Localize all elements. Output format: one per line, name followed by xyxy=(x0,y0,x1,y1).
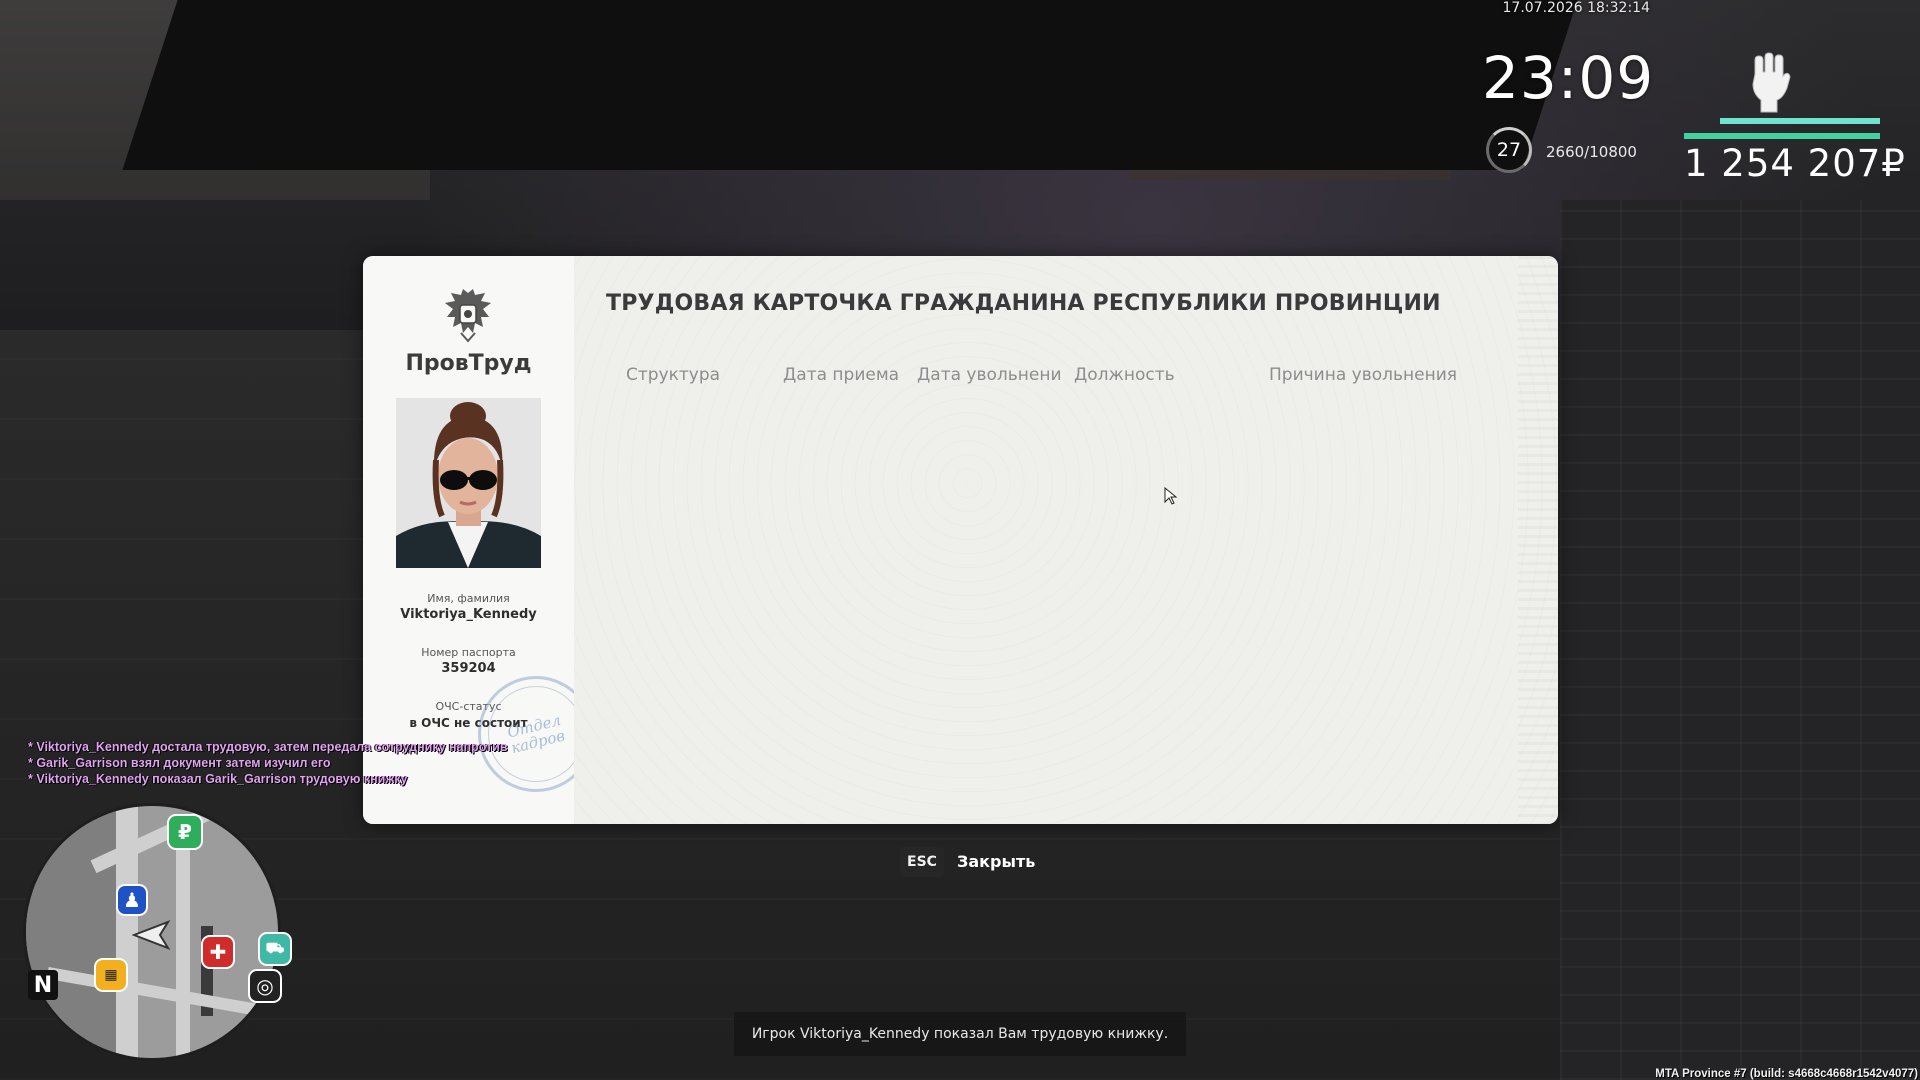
player-arrow-icon xyxy=(132,920,171,950)
taxi-icon: ▦ xyxy=(96,960,126,990)
card-title: ТРУДОВАЯ КАРТОЧКА ГРАЖДАНИНА РЕСПУБЛИКИ … xyxy=(606,291,1441,316)
col-header-dismissal-reason: Причина увольнения xyxy=(1269,365,1457,385)
citizen-photo xyxy=(396,398,541,568)
map-road xyxy=(176,836,190,1058)
hud-clock: 23:09 xyxy=(1482,44,1655,112)
org-name: ПровТруд xyxy=(405,351,532,376)
game-scene: 17.07.2026 18:32:14 23:09 27 2660/10800 … xyxy=(0,0,1920,1080)
hud-armor-bar xyxy=(1684,133,1880,139)
build-info: MTA Province #7 (build: s4668c4668r1542v… xyxy=(1655,1068,1918,1080)
police-icon: ♟ xyxy=(118,886,146,914)
passport-label: Номер паспорта xyxy=(421,646,516,659)
chat-line: * Viktoriya_Kennedy достала трудовую, за… xyxy=(28,740,508,754)
col-header-hire-date: Дата приема xyxy=(783,365,900,385)
name-value: Viktoriya_Kennedy xyxy=(400,607,537,622)
hospital-icon: ✚ xyxy=(203,937,233,967)
hud-experience: 2660/10800 xyxy=(1546,143,1637,161)
brick-wall-right xyxy=(1560,200,1920,1080)
card-main: ТРУДОВАЯ КАРТОЧКА ГРАЖДАНИНА РЕСПУБЛИКИ … xyxy=(574,256,1558,824)
ruble-icon: ₽ xyxy=(169,816,201,848)
coat-of-arms-icon xyxy=(445,289,491,343)
map-block xyxy=(26,806,116,1058)
passport-value: 359204 xyxy=(441,661,496,676)
hud-health-bar xyxy=(1720,118,1880,124)
name-label: Имя, фамилия xyxy=(427,592,510,605)
close-button[interactable]: Закрыть xyxy=(957,852,1035,871)
portrait-image xyxy=(396,398,541,568)
chat-log: * Viktoriya_Kennedy достала трудовую, за… xyxy=(28,739,508,787)
hud-level-ring: 27 xyxy=(1486,127,1532,173)
chat-line: * Garik_Garrison взял документ затем изу… xyxy=(28,756,331,770)
card-decorative-edge xyxy=(1518,256,1558,824)
roof-overhang xyxy=(122,0,1578,170)
work-record-card: ПровТруд Имя, фамилия Viktoriya_Kennedy … xyxy=(363,256,1558,824)
hud-money: 1 254 207₽ xyxy=(1684,142,1906,185)
col-header-position: Должность xyxy=(1074,365,1175,385)
hud-datetime: 17.07.2026 18:32:14 xyxy=(1502,0,1651,16)
target-icon: ◎ xyxy=(250,971,280,1001)
hud-level: 27 xyxy=(1496,139,1522,161)
col-header-dismissal-date: Дата увольнени xyxy=(917,365,1062,385)
notification-text: Игрок Viktoriya_Kennedy показал Вам труд… xyxy=(751,1026,1169,1042)
notification-banner: Игрок Viktoriya_Kennedy показал Вам труд… xyxy=(734,1012,1186,1056)
raised-fist-icon xyxy=(1752,52,1791,113)
car-service-icon: ⛟ xyxy=(260,934,290,964)
north-indicator: N xyxy=(28,970,58,1000)
mouse-cursor-icon xyxy=(1164,487,1178,505)
col-header-structure: Структура xyxy=(626,365,721,385)
esc-key-button[interactable]: ESC xyxy=(900,847,944,877)
chat-line: * Viktoriya_Kennedy показал Garik_Garris… xyxy=(28,772,408,786)
